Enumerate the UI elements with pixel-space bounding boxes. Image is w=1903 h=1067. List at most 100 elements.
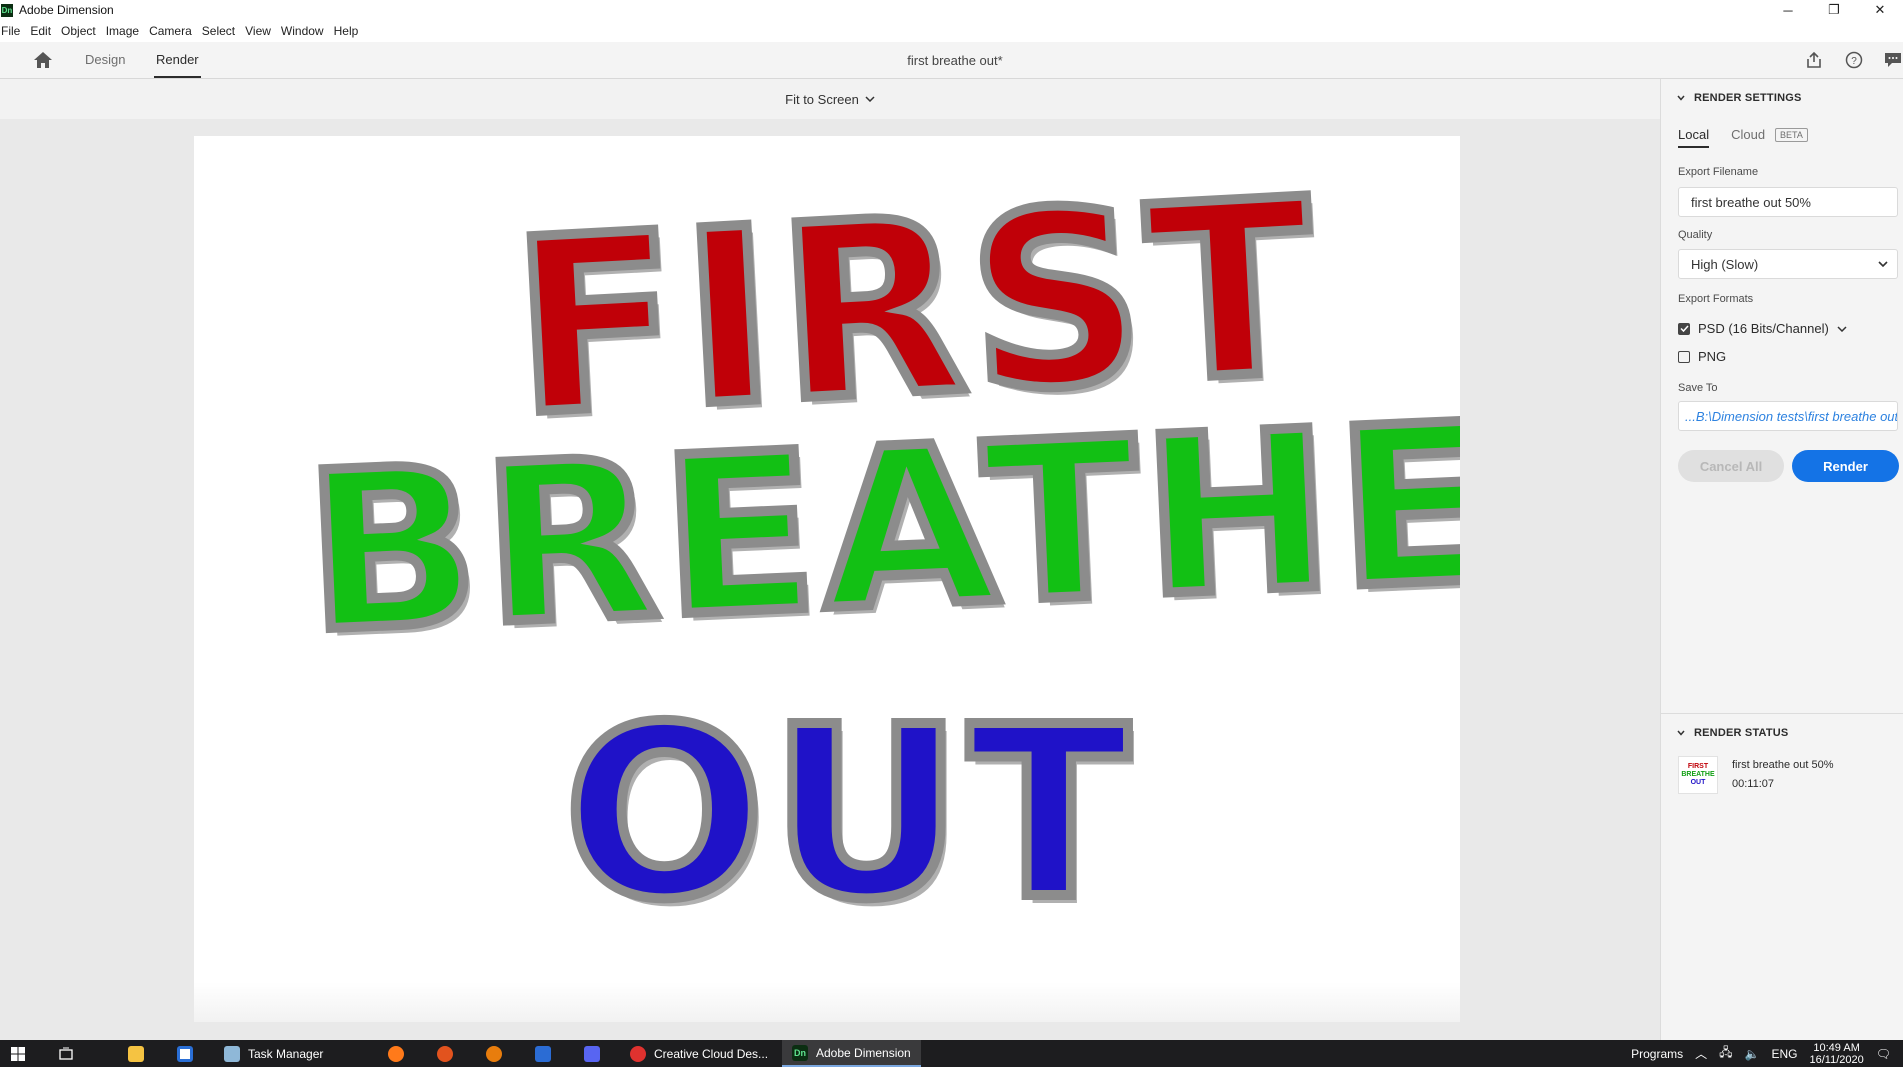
psd-label: PSD (16 Bits/Channel) [1698, 321, 1829, 336]
menu-file[interactable]: File [0, 24, 25, 38]
checkmark-icon [1679, 325, 1689, 333]
creative-cloud-label: Creative Cloud Des... [654, 1046, 769, 1061]
panel-divider [1661, 713, 1903, 714]
feedback-icon[interactable] [1883, 50, 1903, 70]
format-psd-row[interactable]: PSD (16 Bits/Channel) [1678, 321, 1847, 336]
render-item-time: 00:11:07 [1732, 778, 1775, 790]
dimension-taskbar-icon: Dn [792, 1044, 808, 1061]
task-view-button[interactable] [58, 1040, 74, 1067]
export-filename-field[interactable]: first breathe out 50% [1678, 187, 1898, 217]
file-explorer-button[interactable] [128, 1040, 144, 1067]
store-button[interactable] [177, 1040, 193, 1067]
psd-options-chevron-icon[interactable] [1837, 325, 1847, 332]
adobe-dimension-label: Adobe Dimension [816, 1045, 911, 1060]
discord-button[interactable] [584, 1040, 600, 1067]
discord-icon [584, 1045, 600, 1062]
app-blue-button[interactable] [535, 1040, 551, 1067]
thumb-line-first: FIRST [1687, 763, 1709, 770]
notifications-icon[interactable]: 🗨 [1876, 1047, 1891, 1061]
blue-app-icon [535, 1045, 551, 1062]
thumb-line-breathe: BREATHE [1681, 771, 1715, 778]
menu-select[interactable]: Select [197, 24, 240, 38]
render-item-name: first breathe out 50% [1732, 759, 1834, 771]
creative-cloud-icon [630, 1045, 646, 1062]
zoom-label: Fit to Screen [785, 91, 859, 107]
task-manager-icon [224, 1045, 240, 1062]
title-bar: Dn Adobe Dimension ─ ❐ ✕ [0, 0, 1903, 20]
taskbar-creative-cloud[interactable]: Creative Cloud Des... [620, 1040, 778, 1067]
folder-icon [128, 1045, 144, 1062]
render-button[interactable]: Render [1792, 450, 1899, 482]
render-status-header[interactable]: RENDER STATUS [1677, 727, 1788, 739]
render-settings-panel: RENDER SETTINGS Local Cloud BETA Export … [1660, 79, 1903, 1040]
app-orange-button[interactable] [437, 1040, 453, 1067]
chevron-down-icon [1878, 261, 1888, 268]
menu-view[interactable]: View [240, 24, 276, 38]
export-filename-value: first breathe out 50% [1691, 194, 1811, 210]
share-icon[interactable] [1804, 50, 1824, 70]
task-view-icon [59, 1047, 73, 1060]
render-status-title: RENDER STATUS [1694, 727, 1789, 739]
clock-date: 16/11/2020 [1809, 1053, 1864, 1066]
export-filename-label: Export Filename [1678, 166, 1759, 178]
system-tray: Programs ︿ 🖧 🔈 ENG 10:49 AM 16/11/2020 🗨 [1631, 1040, 1903, 1067]
scene-word-out: OUT [559, 676, 1136, 951]
cancel-all-button[interactable]: Cancel All [1678, 450, 1784, 482]
save-to-path: ...B:\Dimension tests\first breathe out [1685, 408, 1898, 424]
taskbar-task-manager[interactable]: Task Manager [214, 1040, 333, 1067]
chevron-up-icon[interactable]: ︿ [1695, 1045, 1707, 1062]
orange-app-icon [437, 1045, 453, 1062]
png-checkbox[interactable] [1678, 350, 1690, 363]
start-button[interactable] [10, 1040, 26, 1067]
windows-taskbar: Task Manager Creative Cloud Des... Dn Ad… [0, 1040, 1903, 1067]
network-icon[interactable]: 🖧 [1719, 1043, 1732, 1064]
format-png-row[interactable]: PNG [1678, 349, 1726, 364]
canvas-area[interactable]: Fit to Screen FIRST BREATHE OUT [0, 79, 1660, 1040]
tab-local[interactable]: Local [1678, 127, 1710, 148]
document-title: first breathe out* [907, 53, 1003, 68]
store-icon [177, 1045, 193, 1062]
task-manager-label: Task Manager [248, 1046, 324, 1061]
chevron-down-icon [865, 96, 875, 102]
window-title: Adobe Dimension [19, 3, 114, 17]
render-settings-header[interactable]: RENDER SETTINGS [1677, 92, 1802, 104]
help-icon[interactable]: ? [1844, 50, 1864, 70]
close-button[interactable]: ✕ [1857, 0, 1903, 20]
menu-window[interactable]: Window [276, 24, 329, 38]
collapse-chevron-icon [1677, 95, 1685, 101]
volume-icon[interactable]: 🔈 [1745, 1047, 1760, 1061]
svg-text:?: ? [1851, 56, 1857, 67]
thumb-line-out: OUT [1690, 779, 1706, 786]
menu-bar: File Edit Object Image Camera Select Vie… [0, 20, 1903, 42]
render-status-item[interactable]: FIRST BREATHE OUT first breathe out 50% … [1678, 756, 1834, 794]
save-to-field[interactable]: ...B:\Dimension tests\first breathe out [1678, 401, 1898, 431]
menu-object[interactable]: Object [56, 24, 101, 38]
collapse-chevron-icon [1677, 730, 1685, 736]
render-location-tabs: Local Cloud BETA [1678, 127, 1808, 148]
quality-label: Quality [1678, 229, 1713, 241]
app-toolbar: Design Render first breathe out* ? [0, 42, 1903, 79]
tab-cloud[interactable]: Cloud [1731, 127, 1765, 142]
blender-icon [486, 1045, 502, 1062]
psd-checkbox[interactable] [1678, 322, 1690, 335]
clock[interactable]: 10:49 AM 16/11/2020 [1810, 1042, 1864, 1066]
zoom-bar: Fit to Screen [0, 79, 1660, 119]
render-thumbnail: FIRST BREATHE OUT [1678, 756, 1718, 794]
zoom-dropdown[interactable]: Fit to Screen [785, 92, 875, 107]
render-artboard[interactable]: FIRST BREATHE OUT [194, 136, 1460, 1022]
windows-logo-icon [11, 1046, 25, 1061]
programs-toolbar[interactable]: Programs [1631, 1047, 1683, 1061]
taskbar-adobe-dimension[interactable]: Dn Adobe Dimension [782, 1040, 921, 1067]
menu-image[interactable]: Image [101, 24, 144, 38]
export-formats-label: Export Formats [1678, 293, 1754, 305]
menu-edit[interactable]: Edit [25, 24, 56, 38]
menu-camera[interactable]: Camera [144, 24, 197, 38]
language-indicator[interactable]: ENG [1772, 1047, 1798, 1061]
menu-help[interactable]: Help [329, 24, 364, 38]
quality-dropdown[interactable]: High (Slow) [1678, 249, 1898, 279]
minimize-button[interactable]: ─ [1765, 0, 1811, 20]
restore-button[interactable]: ❐ [1811, 0, 1857, 20]
scene-word-breathe: BREATHE [296, 372, 1460, 685]
firefox-button[interactable] [388, 1040, 404, 1067]
blender-button[interactable] [486, 1040, 502, 1067]
